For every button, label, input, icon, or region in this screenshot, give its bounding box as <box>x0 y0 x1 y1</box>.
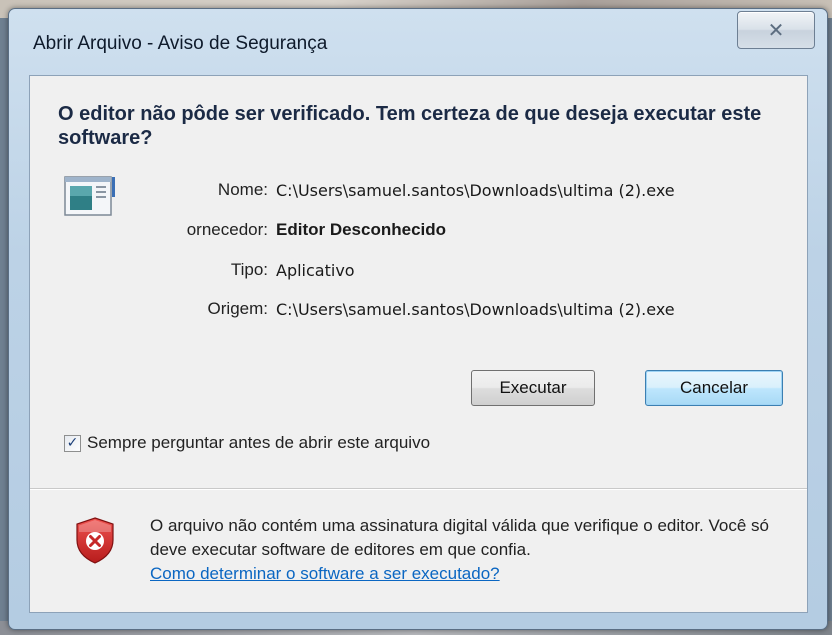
publisher-label: ornecedor: <box>186 220 268 239</box>
dialog-body: O editor não pôde ser verificado. Tem ce… <box>29 75 808 613</box>
origin-value: C:\Users\samuel.santos\Downloads\ultima … <box>276 300 675 319</box>
close-button[interactable]: ✕ <box>737 11 815 49</box>
help-link[interactable]: Como determinar o software a ser executa… <box>150 564 500 583</box>
type-label: Tipo: <box>230 260 268 279</box>
section-divider <box>30 488 807 490</box>
always-ask-label: Sempre perguntar antes de abrir este arq… <box>87 433 431 452</box>
window-title: Abrir Arquivo - Aviso de Segurança <box>33 33 328 54</box>
security-warning-dialog: Abrir Arquivo - Aviso de Segurança ✕ O e… <box>8 8 828 630</box>
warning-description: O arquivo não contém uma assinatura digi… <box>150 516 769 559</box>
checkmark-icon: ✓ <box>66 435 79 451</box>
origin-label: Origem: <box>207 299 268 318</box>
type-value: Aplicativo <box>276 261 355 280</box>
close-icon: ✕ <box>767 18 785 42</box>
cancel-button[interactable]: Cancelar <box>645 370 783 406</box>
run-button[interactable]: Executar <box>471 370 595 406</box>
always-ask-checkbox[interactable]: ✓ <box>64 434 81 452</box>
name-label: Nome: <box>217 180 268 199</box>
always-ask-checkbox-row[interactable]: ✓ Sempre perguntar antes de abrir este a… <box>64 433 430 453</box>
warning-message: O arquivo não contém uma assinatura digi… <box>150 514 790 586</box>
shield-error-icon <box>76 517 114 564</box>
publisher-value: Editor Desconhecido <box>276 220 447 239</box>
title-bar[interactable]: Abrir Arquivo - Aviso de Segurança ✕ <box>9 9 827 69</box>
application-window-icon <box>64 176 115 216</box>
dialog-heading: O editor não pôde ser verificado. Tem ce… <box>58 103 762 149</box>
name-value: C:\Users\samuel.santos\Downloads\ultima … <box>276 181 675 200</box>
